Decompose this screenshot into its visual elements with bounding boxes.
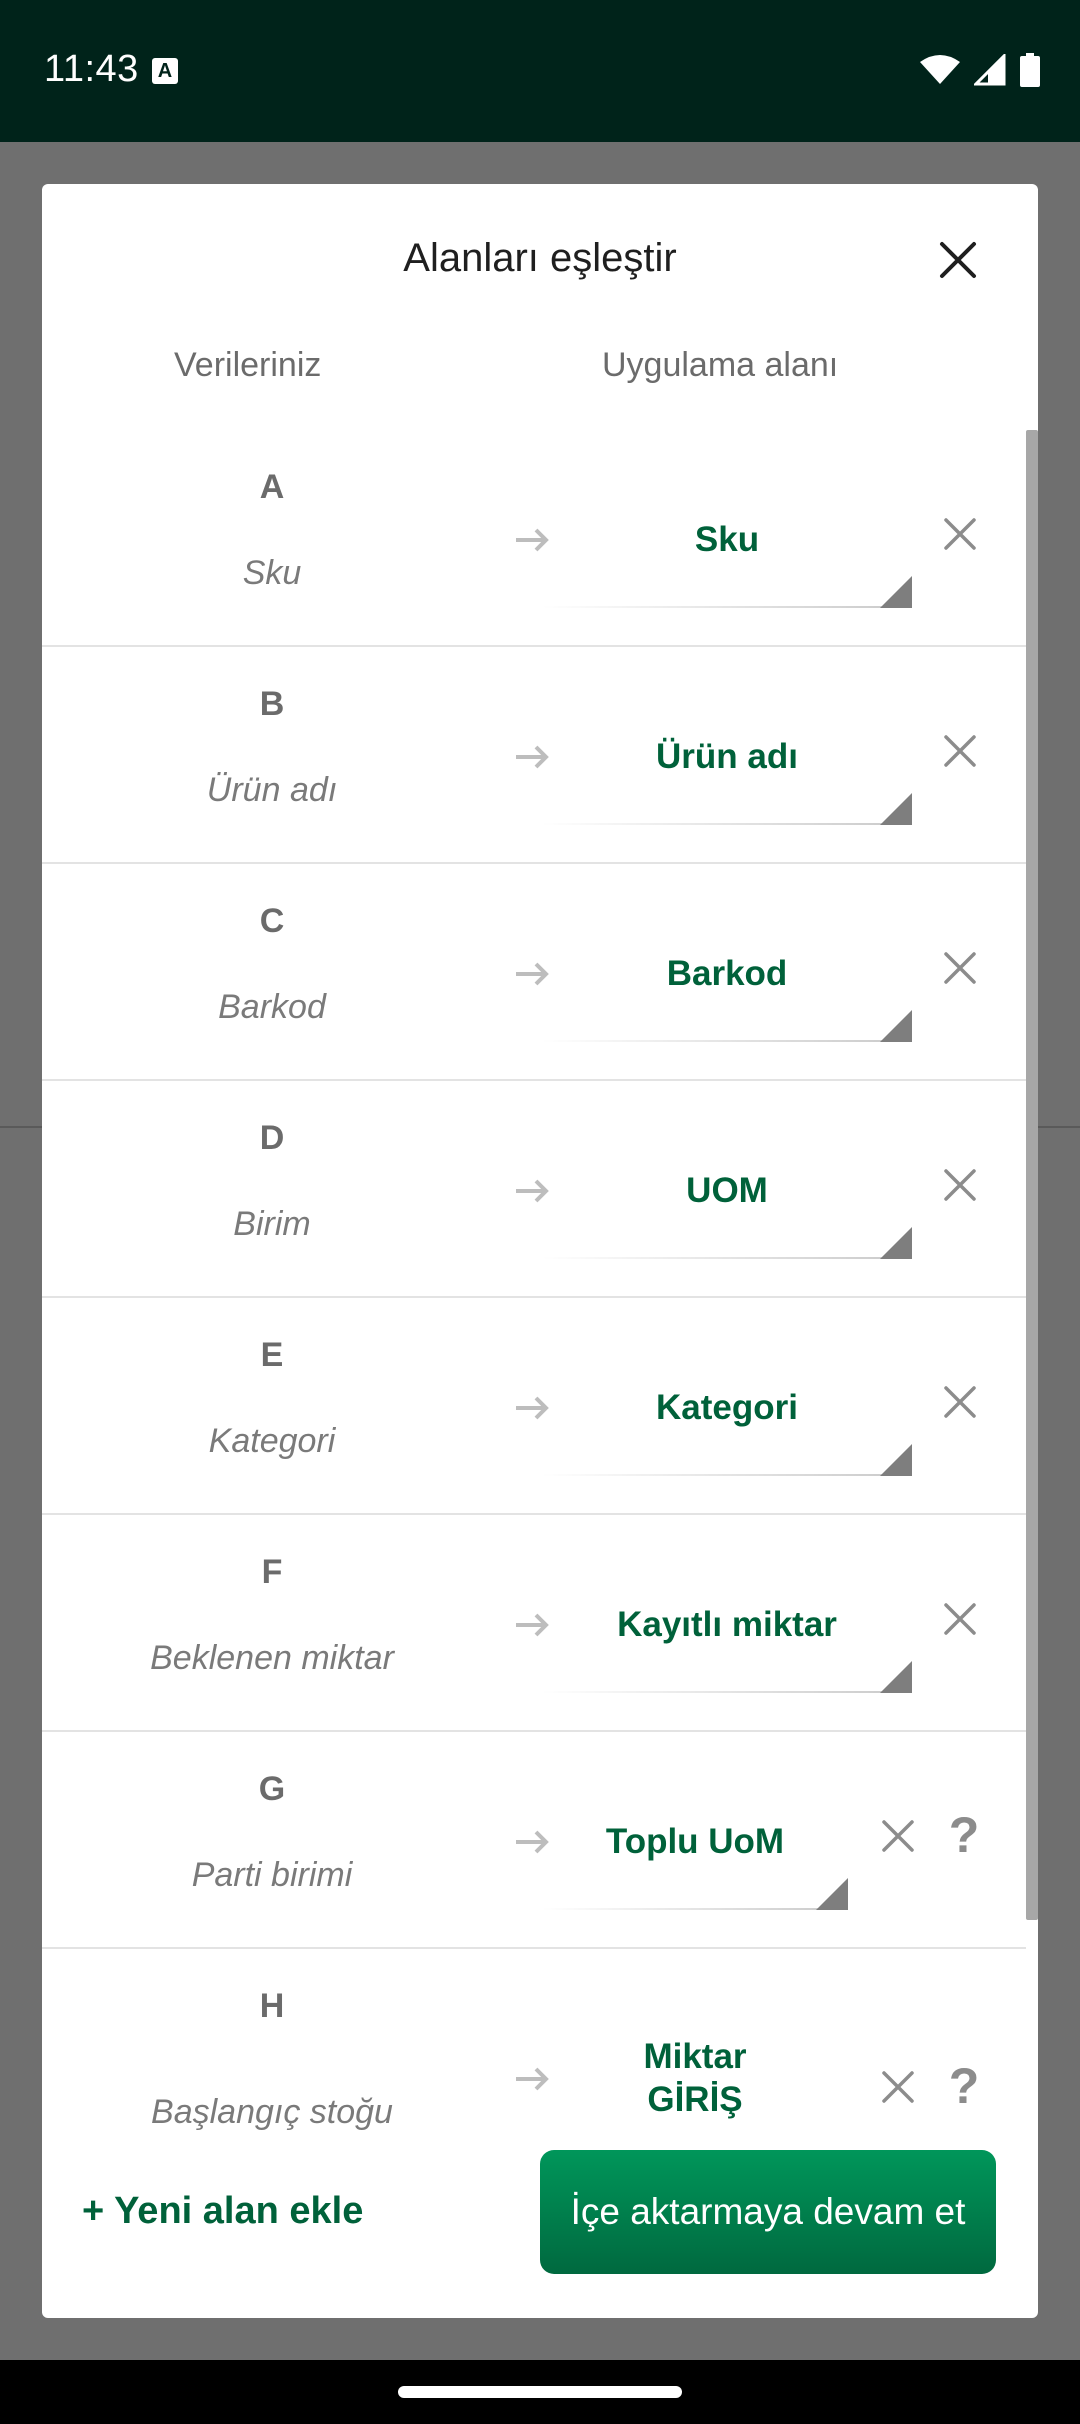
continue-import-button[interactable]: İçe aktarmaya devam et: [540, 2150, 996, 2274]
dropdown-corner-icon: [880, 1444, 912, 1476]
app-field-value: Sku: [694, 520, 760, 559]
keyboard-a-icon: A: [152, 58, 178, 84]
help-icon[interactable]: ?: [942, 1806, 986, 1864]
add-new-field-button[interactable]: + Yeni alan ekle: [82, 2190, 363, 2233]
status-time: 11:43: [44, 48, 139, 90]
app-field-value: Miktar GİRİŞ: [542, 2035, 848, 2121]
app-field-select[interactable]: Kategori: [542, 1368, 912, 1478]
source-field-name: Kategori: [208, 1422, 336, 1460]
app-field-select[interactable]: UOM: [542, 1151, 912, 1261]
battery-icon: [1020, 53, 1040, 87]
app-field-value: UOM: [686, 1171, 768, 1210]
column-letter: A: [259, 468, 285, 506]
select-underline: [542, 1474, 912, 1476]
mapping-row-g: G Parti birimi Toplu UoM ?: [42, 1732, 1026, 1949]
app-field-select[interactable]: Sku: [542, 500, 912, 610]
remove-mapping-icon[interactable]: [938, 512, 982, 556]
column-letter: C: [259, 902, 285, 940]
column-letter: G: [258, 1770, 286, 1808]
column-letter: F: [261, 1553, 283, 1591]
source-field-name: Ürün adı: [206, 771, 338, 809]
source-field-name: Başlangıç stoğu: [151, 2093, 393, 2131]
dropdown-corner-icon: [880, 1227, 912, 1259]
app-field-value: Barkod: [666, 954, 788, 993]
status-bar: 11:43 A: [0, 0, 1080, 142]
remove-mapping-icon[interactable]: [938, 1163, 982, 1207]
app-field-select[interactable]: Toplu UoM: [542, 1802, 848, 1912]
mapping-list[interactable]: A Sku Sku B Ürün adı Ürün adı C Barkod B…: [42, 430, 1038, 2318]
column-letter: D: [259, 1119, 285, 1157]
column-letter: B: [259, 685, 285, 723]
remove-mapping-icon[interactable]: [876, 2065, 920, 2109]
remove-mapping-icon[interactable]: [876, 1814, 920, 1858]
source-field-name: Sku: [242, 554, 302, 592]
dropdown-corner-icon: [816, 1878, 848, 1910]
map-fields-dialog: Alanları eşleştir Verileriniz Uygulama a…: [42, 184, 1038, 2318]
mapping-row-b: B Ürün adı Ürün adı: [42, 647, 1026, 864]
app-field-value: Kayıtlı miktar: [617, 1605, 837, 1644]
column-letter: E: [260, 1336, 284, 1374]
dropdown-corner-icon: [880, 793, 912, 825]
remove-mapping-icon[interactable]: [938, 729, 982, 773]
select-underline: [542, 1908, 848, 1910]
mapping-row-d: D Birim UOM: [42, 1081, 1026, 1298]
mapping-row-a: A Sku Sku: [42, 430, 1026, 647]
app-field-value: Kategori: [656, 1388, 798, 1427]
remove-mapping-icon[interactable]: [938, 1380, 982, 1424]
dropdown-corner-icon: [880, 576, 912, 608]
remove-mapping-icon[interactable]: [938, 1597, 982, 1641]
app-field-value: Ürün adı: [656, 737, 798, 776]
source-field-name: Beklenen miktar: [150, 1639, 394, 1677]
column-header-your-data: Verileriniz: [174, 346, 322, 384]
column-letter: H: [259, 1987, 285, 2025]
select-underline: [542, 1257, 912, 1259]
close-icon[interactable]: [930, 232, 986, 288]
home-handle[interactable]: [398, 2386, 682, 2398]
mapping-row-c: C Barkod Barkod: [42, 864, 1026, 1081]
select-underline: [542, 1691, 912, 1693]
dialog-title: Alanları eşleştir: [403, 236, 677, 280]
app-field-select[interactable]: Ürün adı: [542, 717, 912, 827]
help-icon[interactable]: ?: [942, 2057, 986, 2115]
source-field-name: Barkod: [218, 988, 326, 1026]
dropdown-corner-icon: [880, 1010, 912, 1042]
select-underline: [542, 1040, 912, 1042]
status-icons: [920, 52, 1040, 88]
source-field-name: Birim: [233, 1205, 311, 1243]
select-underline: [542, 823, 912, 825]
mapping-row-e: E Kategori Kategori: [42, 1298, 1026, 1515]
select-underline: [542, 606, 912, 608]
app-field-select[interactable]: Barkod: [542, 934, 912, 1044]
mapping-row-f: F Beklenen miktar Kayıtlı miktar: [42, 1515, 1026, 1732]
wifi-icon: [920, 55, 960, 84]
scrollbar[interactable]: [1026, 430, 1038, 1920]
app-field-select[interactable]: Miktar GİRİŞ: [542, 2035, 848, 2165]
dropdown-corner-icon: [880, 1661, 912, 1693]
column-header-app-field: Uygulama alanı: [602, 346, 839, 384]
app-field-value-line: Miktar: [643, 2037, 747, 2076]
source-field-name: Parti birimi: [191, 1856, 353, 1894]
app-field-value: Toplu UoM: [605, 1822, 785, 1861]
cell-signal-icon: [974, 54, 1006, 86]
app-field-select[interactable]: Kayıtlı miktar: [542, 1585, 912, 1695]
remove-mapping-icon[interactable]: [938, 946, 982, 990]
app-field-value-line: GİRİŞ: [647, 2080, 743, 2119]
